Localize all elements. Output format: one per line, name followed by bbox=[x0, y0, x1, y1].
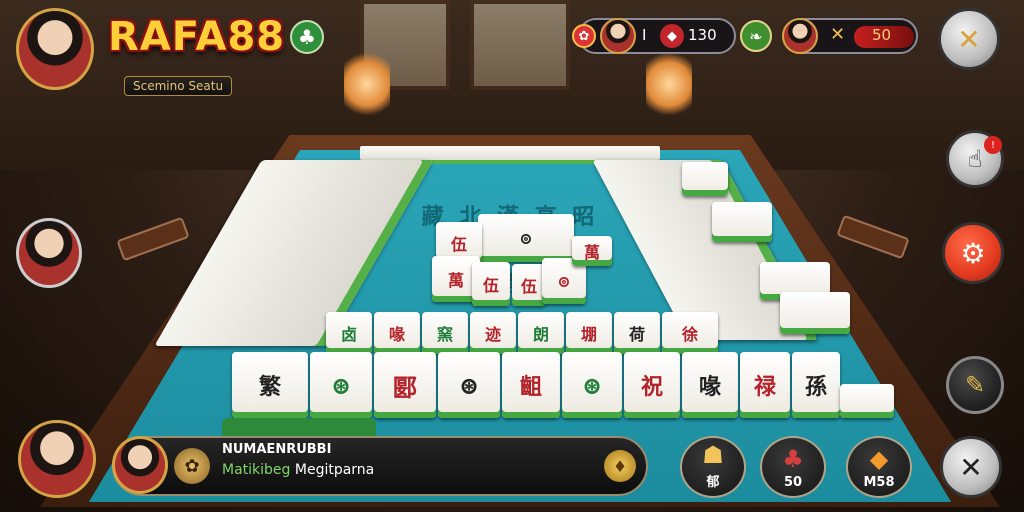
opponent-avatar bbox=[782, 18, 818, 54]
coin-icon: ✿ bbox=[572, 24, 596, 48]
player2-value: 50 bbox=[854, 26, 914, 48]
player1-score-pill: ✿ Ⅰ ◆ 130 bbox=[572, 18, 736, 54]
hand-tile[interactable]: 齟 bbox=[502, 352, 560, 418]
opponent-tile bbox=[682, 162, 728, 196]
exposed-tile: 堋 bbox=[566, 312, 612, 354]
chip-tray bbox=[836, 214, 910, 260]
opponent-tile bbox=[780, 292, 850, 334]
exposed-tile: 窯 bbox=[422, 312, 468, 354]
hand-tile[interactable]: 孫 bbox=[792, 352, 840, 418]
bell-icon[interactable]: ♦ bbox=[604, 450, 636, 482]
discard-tile: 萬 bbox=[572, 236, 612, 266]
hand-tile[interactable]: 喙 bbox=[682, 352, 738, 418]
exposed-tile: 卤 bbox=[326, 312, 372, 354]
drawn-tile[interactable] bbox=[840, 384, 894, 418]
chip-tray bbox=[116, 216, 190, 262]
chat-tab[interactable] bbox=[222, 418, 376, 436]
action-button-1[interactable]: ☗ 郁 bbox=[680, 436, 746, 498]
hand-tile[interactable]: 郾 bbox=[374, 352, 436, 418]
close-icon[interactable]: ✕ bbox=[940, 436, 1002, 498]
chat-sender-name: NUMAENRUBBI bbox=[222, 442, 332, 457]
mute-icon[interactable]: ✎ bbox=[946, 356, 1004, 414]
gift-icon[interactable]: ✿ bbox=[174, 448, 210, 484]
exposed-tile: 徐 bbox=[662, 312, 718, 354]
opponent-tile bbox=[712, 202, 772, 242]
action-button-2-label: 50 bbox=[783, 475, 803, 490]
exposed-tile: 喙 bbox=[374, 312, 420, 354]
discard-tile: ⊚ bbox=[478, 214, 574, 262]
clover-icon[interactable]: ♣ bbox=[290, 20, 324, 54]
bag-icon: ☗ bbox=[702, 441, 724, 469]
player1-label: Ⅰ bbox=[642, 26, 647, 44]
window-decor bbox=[470, 0, 570, 90]
hand-tile[interactable]: ⊛ bbox=[438, 352, 500, 418]
hand-tile[interactable]: 繁 bbox=[232, 352, 308, 418]
discard-tile: 伍 bbox=[512, 264, 546, 306]
settings-icon[interactable]: ⚙ bbox=[942, 222, 1004, 284]
exposed-tile: 迹 bbox=[470, 312, 516, 354]
hand-tile[interactable]: 禄 bbox=[740, 352, 790, 418]
game-logo: RAFA88 bbox=[108, 14, 286, 60]
action-button-1-label: 郁 bbox=[706, 475, 720, 490]
swords-icon: ✕ bbox=[830, 24, 846, 45]
player1-value: 130 bbox=[688, 26, 717, 44]
player2-score-pill: ✕ 50 bbox=[782, 18, 918, 54]
discard-tile: 伍 bbox=[472, 262, 510, 306]
logo-subtitle: Scemino Seatu bbox=[124, 76, 233, 96]
leaf-icon[interactable]: ❧ bbox=[740, 20, 772, 52]
opponent-avatar bbox=[600, 18, 636, 54]
lamp-decor bbox=[344, 52, 390, 116]
chat-message-prefix: Matikibeg bbox=[222, 462, 291, 478]
action-button-3[interactable]: ◆ M58 bbox=[846, 436, 912, 498]
chat-message-text: Megitparna bbox=[294, 462, 375, 478]
chat-message: Matikibeg Megitparna bbox=[222, 462, 374, 478]
potion-icon: ♣ bbox=[782, 445, 804, 473]
hand-tile[interactable]: 祝 bbox=[624, 352, 680, 418]
gem-icon: ◆ bbox=[869, 445, 889, 473]
opponent-avatar-left[interactable] bbox=[16, 218, 82, 288]
self-avatar[interactable] bbox=[18, 420, 96, 498]
player-avatar[interactable] bbox=[16, 8, 94, 90]
exposed-tile: 朗 bbox=[518, 312, 564, 354]
felt-text-line: 莃 bbox=[380, 268, 640, 302]
hand-tile[interactable]: ⊛ bbox=[310, 352, 372, 418]
chat-avatar bbox=[112, 436, 168, 494]
action-button-3-label: M58 bbox=[863, 475, 895, 490]
notification-badge: ! bbox=[984, 136, 1002, 154]
crossed-swords-icon[interactable]: ✕ bbox=[938, 8, 1000, 70]
hand-tile[interactable]: ⊛ bbox=[562, 352, 622, 418]
ruby-icon: ◆ bbox=[660, 24, 684, 48]
action-button-2[interactable]: ♣ 50 bbox=[760, 436, 826, 498]
lamp-decor bbox=[646, 52, 692, 116]
exposed-tile: 荷 bbox=[614, 312, 660, 354]
